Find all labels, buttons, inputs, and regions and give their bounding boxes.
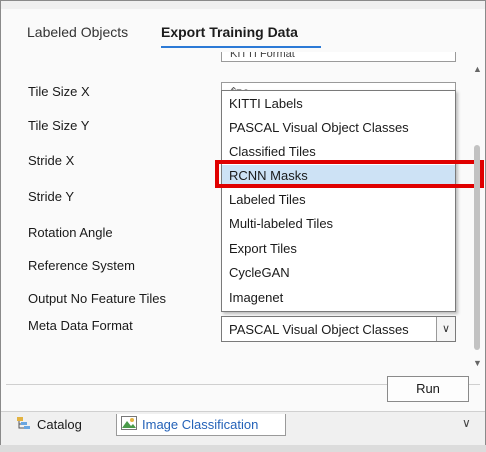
- tab-labeled-objects[interactable]: Labeled Objects: [27, 24, 128, 40]
- bottom-tab-image-classification[interactable]: Image Classification: [116, 414, 286, 436]
- vertical-scrollbar[interactable]: ▲ ▼: [470, 60, 484, 370]
- output-no-feature-tiles-label: Output No Feature Tiles: [28, 291, 167, 306]
- option-multi-labeled-tiles[interactable]: Multi-labeled Tiles: [222, 213, 455, 235]
- bottom-tab-catalog[interactable]: Catalog: [16, 414, 82, 436]
- option-imagenet[interactable]: Imagenet: [222, 287, 455, 309]
- tile-size-y-label: Tile Size Y: [28, 118, 90, 133]
- stride-y-label: Stride Y: [28, 189, 75, 204]
- resize-bar[interactable]: [0, 445, 486, 452]
- reference-system-label: Reference System: [28, 258, 135, 273]
- option-cyclegan[interactable]: CycleGAN: [222, 262, 455, 284]
- catalog-icon: [16, 415, 32, 437]
- chevron-down-icon[interactable]: ∨: [436, 317, 455, 341]
- meta-data-format-value: PASCAL Visual Object Classes: [229, 322, 409, 337]
- run-button[interactable]: Run: [387, 376, 469, 402]
- scrollbar-thumb[interactable]: [474, 145, 480, 350]
- top-strip: [1, 1, 485, 9]
- tile-size-x-label: Tile Size X: [28, 84, 90, 99]
- scroll-down-icon[interactable]: ▼: [473, 358, 482, 368]
- active-tab-indicator: [161, 46, 321, 48]
- option-export-tiles[interactable]: Export Tiles: [222, 238, 455, 260]
- scroll-up-icon[interactable]: ▲: [473, 64, 482, 74]
- meta-data-format-label: Meta Data Format: [28, 318, 133, 333]
- option-labeled-tiles[interactable]: Labeled Tiles: [222, 189, 455, 211]
- option-kitti-labels[interactable]: KITTI Labels: [222, 93, 455, 115]
- format-field-partial[interactable]: KITTI Format: [221, 52, 456, 62]
- highlight-box: [215, 160, 484, 188]
- rotation-angle-label: Rotation Angle: [28, 225, 113, 240]
- stride-x-label: Stride X: [28, 153, 75, 168]
- image-classification-tab-label: Image Classification: [142, 417, 259, 432]
- tab-export-training-data[interactable]: Export Training Data: [161, 24, 298, 40]
- meta-data-format-dropdown: KITTI Labels PASCAL Visual Object Classe…: [221, 90, 456, 312]
- chevron-down-icon[interactable]: ∨: [462, 416, 471, 430]
- option-pascal-voc[interactable]: PASCAL Visual Object Classes: [222, 117, 455, 139]
- catalog-tab-label: Catalog: [37, 417, 82, 432]
- image-classification-icon: [121, 415, 137, 437]
- meta-data-format-select[interactable]: PASCAL Visual Object Classes ∨: [221, 316, 456, 342]
